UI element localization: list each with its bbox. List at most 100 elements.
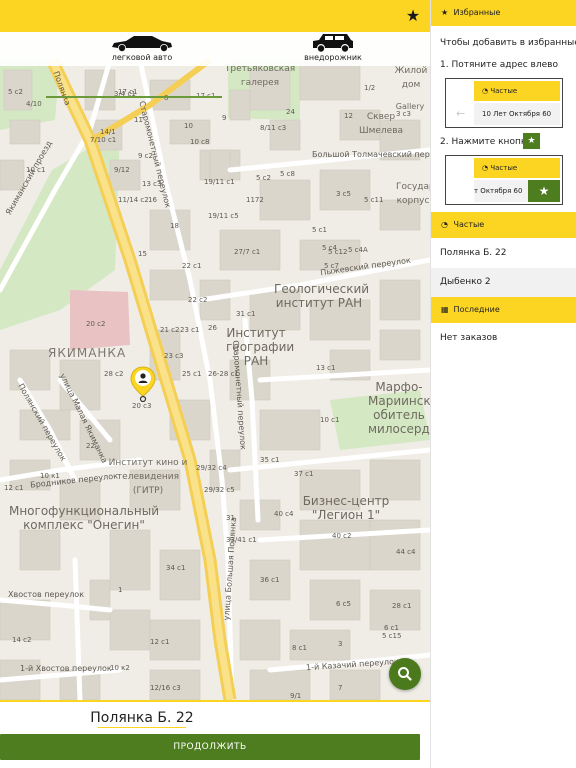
house-number: 10 к2 xyxy=(110,664,130,672)
house-number: 23 c1 xyxy=(180,326,200,334)
demo-tab: ◔ Частые xyxy=(474,158,560,178)
street-label: Хвостов переулок xyxy=(8,590,85,599)
house-number: 13 c1 xyxy=(316,364,336,372)
house-number: 23 c3 xyxy=(164,352,184,360)
car-option-suv[interactable]: внедорожник xyxy=(278,32,388,66)
house-number: 29/32 c4 xyxy=(196,464,227,472)
house-number: 10 xyxy=(184,122,193,130)
demo-tab-label: Частые xyxy=(490,87,518,95)
house-number: 15 xyxy=(138,250,147,258)
house-number: 9/1 xyxy=(290,692,302,700)
clock-icon: ◔ xyxy=(441,220,448,229)
star-demo-card: ◔ Частые т Октября 60 ★ xyxy=(445,155,563,205)
location-pin-icon[interactable] xyxy=(130,366,156,403)
house-number: 35 c1 xyxy=(260,456,280,464)
house-number: 26 xyxy=(208,324,217,332)
house-number: 40 c4 xyxy=(274,510,294,518)
frequent-item[interactable]: Дыбенко 2 xyxy=(431,268,576,297)
house-number: 28 c2 xyxy=(104,370,124,378)
favorites-title: Избранные xyxy=(453,8,501,17)
address-underline xyxy=(98,727,186,728)
house-number: 21 c2 xyxy=(160,326,180,334)
suv-icon xyxy=(313,34,353,52)
no-orders-text: Нет заказов xyxy=(440,333,498,343)
house-number: 44 c4 xyxy=(396,548,416,556)
demo-tab-label: Частые xyxy=(490,164,518,172)
swipe-demo-card: ◔ Частые ← 10 Лет Октября 60 xyxy=(445,78,563,128)
house-number: 27/7 c1 xyxy=(234,248,261,256)
demo-address: 10 Лет Октября 60 xyxy=(474,103,560,125)
house-number: 10 c1 xyxy=(320,416,340,424)
house-number: 6 c1 xyxy=(384,624,399,632)
house-number: 10 к1 xyxy=(40,472,60,480)
place-label: Бизнес-центр "Легион 1" xyxy=(302,494,390,522)
house-number: 1/2 xyxy=(364,84,376,92)
house-number: 7/10 c1 xyxy=(90,136,117,144)
calendar-icon: ▦ xyxy=(441,305,449,314)
star-button-icon: ★ xyxy=(523,133,540,149)
favorites-star-icon[interactable]: ★ xyxy=(404,7,422,25)
place-label: Геологический институт РАН xyxy=(274,282,370,310)
house-number: 29/32 c5 xyxy=(204,486,235,494)
continue-button[interactable]: ПРОДОЛЖИТЬ xyxy=(0,734,420,760)
house-number: 3 c3 xyxy=(396,110,411,118)
house-number: 11/14 c2 xyxy=(118,196,149,204)
house-number: 8/11 c3 xyxy=(260,124,287,132)
favorites-hint: Чтобы добавить в избранные xyxy=(440,38,576,48)
recent-title: Последние xyxy=(453,305,500,314)
house-number: 12 xyxy=(344,112,353,120)
place-label: Третьяковская галерея xyxy=(224,64,296,88)
house-number: 20 c3 xyxy=(132,402,152,410)
frequent-title: Частые xyxy=(453,220,485,229)
house-number: 20 c2 xyxy=(86,320,106,328)
house-number: 22 c2 xyxy=(188,296,208,304)
house-number: 5 c4 xyxy=(322,244,337,252)
house-number: 10 c1 xyxy=(26,166,46,174)
house-number: 28 c1 xyxy=(392,602,412,610)
demo-tab: ◔ Частые xyxy=(474,81,560,101)
bottom-sheet: Полянка Б. 22 ПРОДОЛЖИТЬ xyxy=(0,700,430,768)
house-number: 3 xyxy=(338,640,343,648)
car-label: внедорожник xyxy=(304,53,362,62)
frequent-item[interactable]: Полянка Б. 22 xyxy=(431,239,576,268)
map-view[interactable]: ЯКИМАНКА Институт географии РАН Геологич… xyxy=(0,0,430,768)
house-number: 5 c7 xyxy=(324,262,339,270)
car-option-sedan[interactable]: легковой авто xyxy=(87,32,197,66)
search-icon xyxy=(398,667,412,681)
street-label: Большой Толмачевский переулок xyxy=(312,150,430,159)
star-icon: ★ xyxy=(528,180,560,202)
house-number: 12/16 c3 xyxy=(150,684,181,692)
top-bar xyxy=(0,0,430,32)
place-label: Институт кино и телевидения (ГИТР) xyxy=(108,458,188,496)
sedan-icon xyxy=(112,36,172,52)
house-number: 24 xyxy=(286,108,295,116)
house-number: 33/41 c1 xyxy=(226,536,257,544)
house-number: 19/11 c5 xyxy=(208,212,239,220)
search-button[interactable] xyxy=(389,658,421,690)
favorites-header: ★ Избранные xyxy=(431,0,576,26)
car-label: легковой авто xyxy=(111,53,173,62)
house-number: 5 c1 xyxy=(312,226,327,234)
house-number: 6 c5 xyxy=(336,600,351,608)
favorites-step2: 2. Нажмите кнопку xyxy=(440,137,532,147)
demo-address: т Октября 60 xyxy=(474,180,528,202)
house-number: 5 c8 xyxy=(280,170,295,178)
house-number: 18 xyxy=(170,222,179,230)
house-number: 14/1 xyxy=(100,128,116,136)
house-number: 16 xyxy=(148,196,157,204)
app-root: ЯКИМАНКА Институт географии РАН Геологич… xyxy=(0,0,576,768)
house-number: 12 c1 xyxy=(4,484,24,492)
selected-address[interactable]: Полянка Б. 22 xyxy=(0,710,284,726)
place-label: Многофункциональный комплекс "Онегин" xyxy=(8,504,159,532)
place-label: Жилой дом xyxy=(394,66,428,90)
house-number: 22 xyxy=(86,442,95,450)
selected-car-indicator xyxy=(46,96,222,98)
house-number: 40 c2 xyxy=(332,532,352,540)
house-number: 31 c1 xyxy=(236,310,256,318)
car-type-selector: легковой авто внедорожник xyxy=(0,32,430,98)
house-number: 4/10 xyxy=(26,100,42,108)
house-number: 31 xyxy=(226,514,235,522)
street-label: 1-й Хвостов переулок xyxy=(20,664,112,673)
frequent-header: ◔ Частые xyxy=(431,212,576,238)
house-number: 14 c2 xyxy=(12,636,32,644)
